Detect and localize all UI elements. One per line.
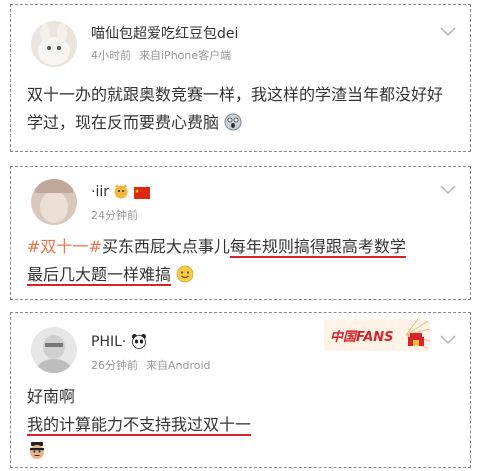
post-source: 来自iPhone客户端: [139, 49, 232, 62]
username[interactable]: ·iir: [91, 183, 150, 203]
post-card[interactable]: ·iir 24分钟前 #双十一#买东西屁大点事儿每年规则搞得跟高考数学 最后几大…: [10, 166, 471, 300]
username[interactable]: 喵仙包超爱吃红豆包dei: [91, 23, 238, 43]
post-source: 来自Android: [146, 359, 211, 372]
post-meta: 26分钟前 来自Android: [91, 357, 211, 373]
avatar[interactable]: [31, 179, 77, 225]
chevron-down-icon[interactable]: [440, 185, 456, 195]
svg-text:中国FANS: 中国FANS: [330, 329, 394, 345]
chevron-down-icon[interactable]: [440, 27, 456, 37]
underlined-text: 最后几大题一样难搞: [27, 265, 172, 284]
cat-face-emoji: [113, 183, 129, 203]
scared-face-emoji: [224, 112, 242, 140]
chevron-down-icon[interactable]: [440, 335, 456, 345]
post-card[interactable]: PHIL· 26分钟前 来自Android 中国FANS 好南啊 我的计算能力不…: [10, 312, 471, 468]
underlined-text: 每年规则搞得跟高考数学: [229, 237, 406, 256]
panda-face-emoji: [131, 333, 147, 353]
username-text: PHIL·: [91, 334, 127, 350]
avatar[interactable]: [31, 21, 77, 67]
post-time: 26分钟前: [91, 359, 138, 372]
post-text: 双十一办的就跟奥数竞赛一样，我这样的学渣当年都没好好学过，现在反而要费心费脑: [27, 81, 456, 140]
post-time: 4小时前: [91, 49, 131, 62]
post-body: 买东西屁大点事儿: [101, 237, 230, 256]
post-text: #双十一#买东西屁大点事儿每年规则搞得跟高考数学 最后几大题一样难搞: [27, 233, 456, 292]
post-body: 好南啊: [27, 387, 76, 406]
china-flag-icon: [133, 187, 150, 203]
china-fans-badge: 中国FANS: [324, 318, 431, 351]
hashtag-link[interactable]: #双十一#: [27, 237, 102, 256]
username[interactable]: PHIL·: [91, 333, 147, 353]
man-face-emoji: [27, 441, 47, 465]
post-meta: 4小时前 来自iPhone客户端: [91, 47, 231, 63]
post-text: 好南啊 我的计算能力不支持我过双十一: [27, 383, 456, 439]
post-card[interactable]: 喵仙包超爱吃红豆包dei 4小时前 来自iPhone客户端 双十一办的就跟奥数竞赛…: [10, 4, 471, 152]
underlined-text: 我的计算能力不支持我过双十一: [27, 415, 252, 434]
username-text: ·iir: [91, 184, 109, 200]
avatar[interactable]: [31, 327, 77, 373]
post-meta: 24分钟前: [91, 207, 138, 223]
post-time: 24分钟前: [91, 209, 138, 222]
smiling-face-emoji: [176, 264, 194, 292]
